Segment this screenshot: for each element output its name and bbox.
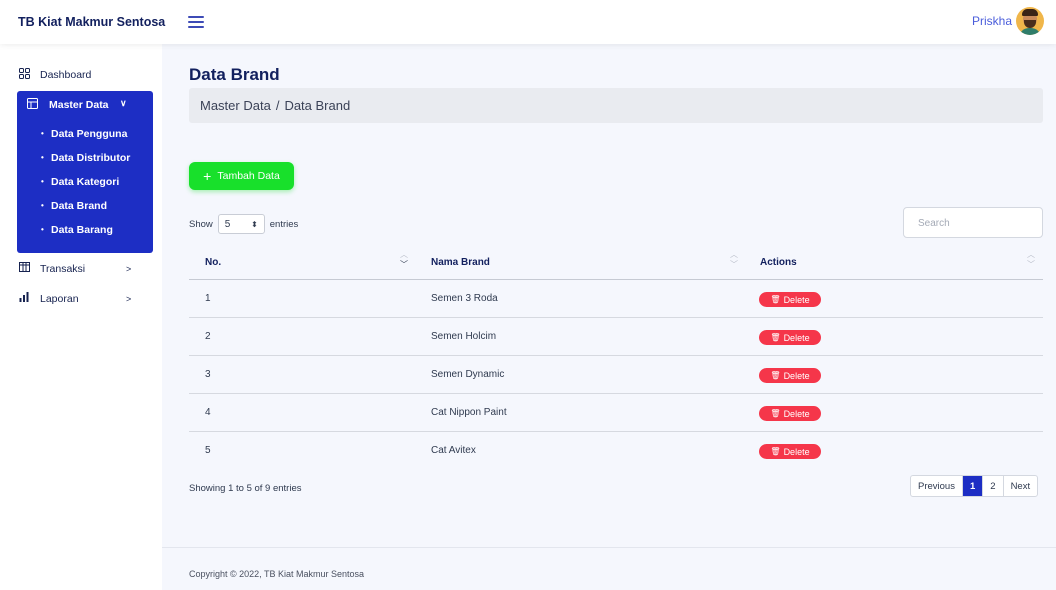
page-length-value: 5 [224,218,231,230]
pagination-page-2[interactable]: 2 [983,476,1004,496]
sidebar-item-label: Transaksi [40,262,86,275]
table-cell-no: 1 [205,293,211,304]
sidebar-item-data-barang[interactable]: Data Barang [41,224,113,236]
sort-icon[interactable]: ︿ ﹀ [1027,250,1035,270]
pagination-previous[interactable]: Previous [911,476,963,496]
page-length-control: Show 5 ⬍ entries [189,214,298,234]
delete-button[interactable]: 🗑 Delete [759,292,821,307]
sidebar-item-data-distributor[interactable]: Data Distributor [41,152,130,164]
table-cell-no: 5 [205,445,211,456]
sidebar-item-data-brand[interactable]: Data Brand [41,200,107,212]
delete-label: Delete [783,332,810,343]
app-brand[interactable]: TB Kiat Makmur Sentosa [18,15,165,29]
select-arrows-icon: ⬍ [251,219,258,229]
page-footer: Copyright © 2022, TB Kiat Makmur Sentosa [162,547,1056,590]
avatar[interactable] [1016,7,1044,35]
table-row-divider [189,431,1043,432]
table-cell-no: 3 [205,369,211,380]
column-header-no[interactable]: No. [205,257,221,268]
columns-icon [18,262,30,275]
sort-icon[interactable]: ︿ ﹀ [730,250,738,270]
delete-label: Delete [783,408,810,419]
add-data-label: Tambah Data [217,170,280,182]
plus-icon: + [203,168,212,184]
sidebar-item-data-pengguna[interactable]: Data Pengguna [41,128,127,140]
sidebar-item-label: Master Data [49,99,109,111]
chevron-right-icon: > [126,293,132,304]
table-cell-no: 4 [205,407,211,418]
table-row-divider [189,355,1043,356]
pagination-next[interactable]: Next [1004,476,1038,496]
breadcrumb-item[interactable]: Master Data [200,98,271,113]
table-cell-no: 2 [205,331,211,342]
column-header-nama-brand[interactable]: Nama Brand [431,257,490,268]
user-menu[interactable]: Priskha [972,7,1044,35]
table-cell-name: Semen 3 Roda [431,293,498,304]
trash-icon: 🗑 [770,447,781,456]
trash-icon: 🗑 [770,409,781,418]
entries-label: entries [269,218,299,230]
table-cell-name: Semen Holcim [431,331,497,342]
copyright-text: Copyright © 2022, TB Kiat Makmur Sentosa [189,569,365,579]
table-header-divider [189,279,1043,280]
table-icon [27,98,39,112]
sidebar-item-label: Dashboard [40,69,92,81]
delete-label: Delete [783,294,810,305]
pagination-page-1[interactable]: 1 [962,476,984,496]
trash-icon: 🗑 [770,295,781,304]
sidebar-item-transaksi[interactable]: Transaksi > [18,262,131,275]
column-header-actions[interactable]: Actions [760,257,797,268]
grid-icon [18,68,30,82]
breadcrumb: Master Data / Data Brand [189,88,1043,123]
delete-button[interactable]: 🗑 Delete [759,406,821,421]
sidebar: Dashboard Master Data ∨ Data Pengguna Da… [0,44,162,590]
breadcrumb-separator: / [275,98,280,113]
table-cell-name: Cat Nippon Paint [431,407,507,418]
sidebar-item-master-data[interactable]: Master Data ∨ [27,98,127,112]
trash-icon: 🗑 [770,371,781,380]
table-cell-name: Semen Dynamic [431,369,505,380]
delete-button[interactable]: 🗑 Delete [759,368,821,383]
table-cell-name: Cat Avitex [431,445,476,456]
sort-icon[interactable]: ︿ ﹀ [400,250,408,270]
breadcrumb-item-current: Data Brand [284,98,351,113]
show-label: Show [189,218,213,230]
delete-label: Delete [783,370,810,381]
sidebar-group-master-data: Master Data ∨ Data Pengguna Data Distrib… [17,91,153,253]
sidebar-item-label: Laporan [40,292,79,305]
pagination: Previous 1 2 Next [910,475,1039,497]
table-info: Showing 1 to 5 of 9 entries [189,483,302,494]
hamburger-menu-icon[interactable] [188,13,204,29]
table-row-divider [189,393,1043,394]
delete-button[interactable]: 🗑 Delete [759,330,821,345]
username[interactable]: Priskha [972,14,1012,28]
sidebar-item-laporan[interactable]: Laporan > [18,292,131,305]
trash-icon: 🗑 [770,333,781,342]
delete-button[interactable]: 🗑 Delete [759,444,821,459]
top-navbar: TB Kiat Makmur Sentosa Priskha [0,0,1056,44]
sidebar-item-data-kategori[interactable]: Data Kategori [41,176,119,188]
search-input[interactable]: Search [903,207,1043,238]
delete-label: Delete [783,446,810,457]
chevron-right-icon: > [126,263,132,274]
add-data-button[interactable]: + Tambah Data [189,162,294,190]
page-title: Data Brand [189,65,280,84]
chevron-down-icon: ∨ [120,98,127,108]
page-length-select[interactable]: 5 ⬍ [217,214,265,234]
table-row-divider [189,317,1043,318]
bar-chart-icon [18,292,30,305]
sidebar-item-dashboard[interactable]: Dashboard [18,68,91,82]
